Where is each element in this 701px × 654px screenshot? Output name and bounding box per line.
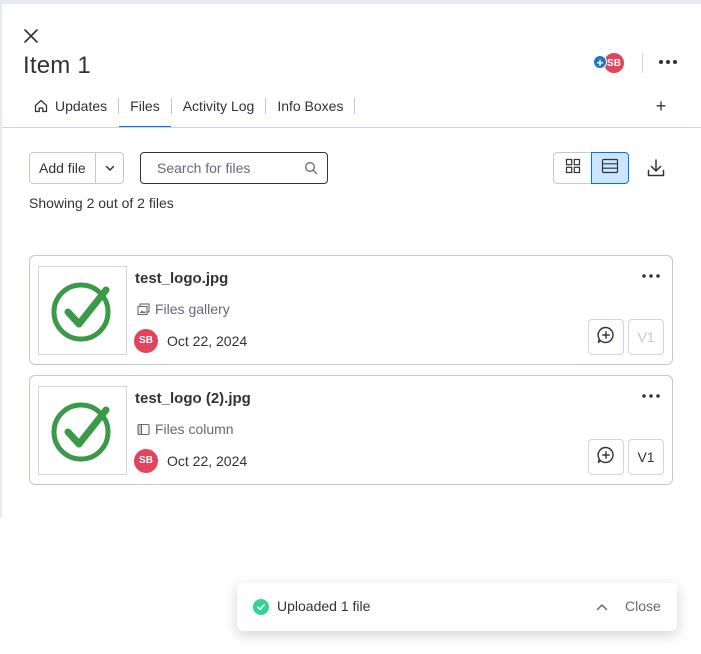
list-icon [601, 158, 619, 179]
grid-icon [565, 158, 581, 179]
success-check-icon [253, 599, 269, 615]
top-strip [0, 0, 701, 4]
search-field [140, 152, 328, 184]
upload-toast: Uploaded 1 file Close [237, 583, 677, 631]
search-input[interactable] [141, 160, 301, 176]
tab-label: Activity Log [182, 98, 255, 114]
file-thumbnail[interactable] [38, 386, 127, 475]
left-edge [0, 4, 2, 518]
toast-message: Uploaded 1 file [277, 598, 371, 614]
file-date: Oct 22, 2024 [167, 333, 248, 349]
download-icon[interactable] [644, 156, 668, 180]
file-source-label: Files gallery [155, 301, 230, 317]
chevron-down-icon[interactable] [96, 153, 123, 183]
file-owner: SB Oct 22, 2024 [134, 329, 247, 353]
column-icon [137, 423, 150, 436]
avatar[interactable]: SB [134, 449, 158, 473]
tab-info-boxes[interactable]: Info Boxes [266, 92, 354, 120]
header-divider [642, 53, 643, 73]
chevron-up-icon[interactable] [594, 599, 610, 615]
file-card[interactable]: test_logo (2).jpg Files column SB Oct 22… [29, 375, 673, 485]
file-thumbnail[interactable] [38, 266, 127, 355]
file-name[interactable]: test_logo.jpg [135, 270, 228, 287]
tabs-divider [2, 127, 701, 128]
tab-label: Updates [55, 98, 108, 114]
file-owner: SB Oct 22, 2024 [134, 449, 247, 473]
add-comment-button[interactable] [588, 439, 624, 475]
add-subscriber-icon[interactable]: + [593, 55, 607, 70]
search-icon[interactable] [304, 161, 318, 180]
more-options-icon[interactable] [640, 386, 662, 406]
tab-separator [354, 98, 356, 114]
gallery-icon [137, 302, 150, 316]
tab-updates[interactable]: Updates [22, 92, 118, 120]
tab-activity-log[interactable]: Activity Log [172, 92, 266, 120]
file-source-label: Files column [155, 421, 234, 437]
more-options-icon[interactable] [656, 52, 680, 72]
comment-add-icon [596, 445, 616, 470]
grid-view-button[interactable] [553, 152, 591, 184]
avatar[interactable]: SB [134, 329, 158, 353]
checkmark-image [51, 282, 110, 341]
tab-label: Files [130, 98, 160, 114]
list-view-button[interactable] [591, 152, 629, 184]
file-source: Files column [137, 421, 234, 437]
version-button[interactable]: V1 [628, 439, 664, 475]
add-view-icon[interactable]: + [651, 96, 671, 117]
add-file-button[interactable]: Add file [30, 160, 95, 176]
more-options-icon[interactable] [640, 266, 662, 286]
file-source: Files gallery [137, 301, 230, 317]
close-icon[interactable] [21, 26, 41, 46]
version-button[interactable]: V1 [628, 319, 664, 355]
page-title: Item 1 [23, 52, 91, 79]
files-count: Showing 2 out of 2 files [29, 195, 174, 211]
add-file-split-button: Add file [29, 152, 124, 184]
comment-add-icon [596, 325, 616, 350]
file-name[interactable]: test_logo (2).jpg [135, 390, 251, 407]
file-date: Oct 22, 2024 [167, 453, 248, 469]
tab-files[interactable]: Files [119, 92, 171, 128]
tab-bar: Updates Files Activity Log Info Boxes [22, 92, 356, 128]
home-icon [33, 98, 49, 114]
add-comment-button[interactable] [588, 319, 624, 355]
toast-close-button[interactable]: Close [625, 598, 661, 614]
subscribers[interactable]: + SB [593, 52, 627, 74]
view-toggle [553, 152, 629, 184]
file-card[interactable]: test_logo.jpg Files gallery SB Oct 22, 2… [29, 255, 673, 365]
tab-label: Info Boxes [277, 98, 344, 114]
checkmark-image [51, 402, 110, 461]
